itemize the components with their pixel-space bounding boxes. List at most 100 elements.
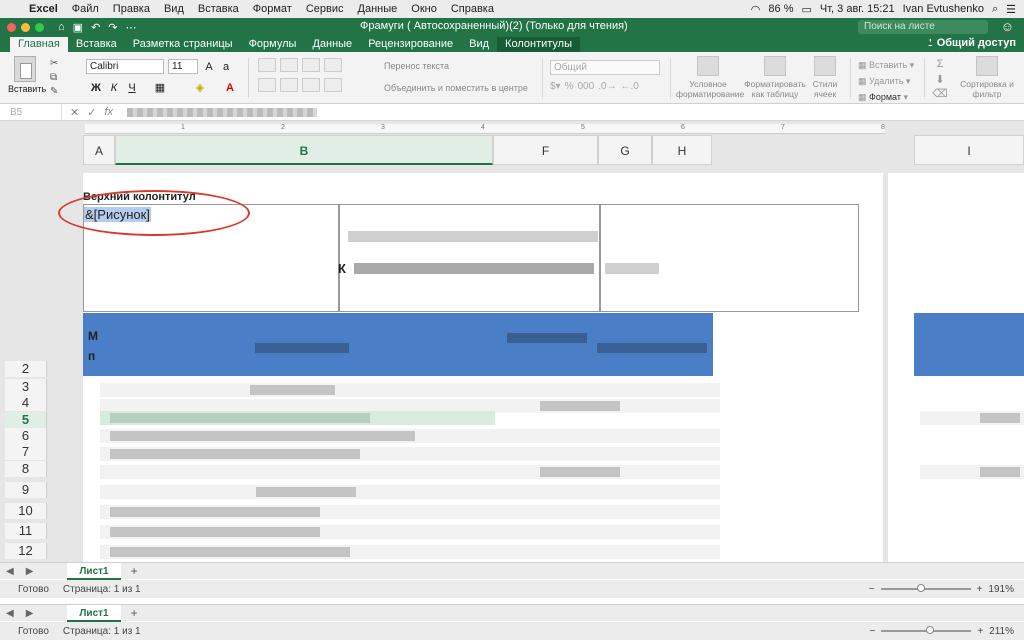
save-icon[interactable]: ▣: [73, 21, 83, 34]
menu-help[interactable]: Справка: [444, 3, 501, 15]
zoom-slider[interactable]: [880, 584, 971, 592]
menu-edit[interactable]: Правка: [106, 3, 157, 15]
add-sheet-icon[interactable]: +: [121, 606, 138, 620]
cancel-icon[interactable]: ✕: [70, 106, 79, 119]
redo-icon[interactable]: ↷: [108, 21, 117, 34]
add-sheet-icon[interactable]: +: [121, 564, 138, 578]
menu-file[interactable]: Файл: [65, 3, 106, 15]
column-header-b[interactable]: B: [115, 135, 493, 165]
row-header[interactable]: 6: [5, 428, 47, 444]
home-icon[interactable]: ⌂: [58, 21, 65, 34]
function-icon[interactable]: fx: [104, 106, 113, 119]
zoom-slider[interactable]: [881, 626, 972, 634]
insert-cells-button[interactable]: ▦ Вставить ▾: [858, 57, 914, 73]
tab-data[interactable]: Данные: [304, 37, 360, 52]
increase-font-icon[interactable]: A: [201, 59, 217, 75]
sheet-search-input[interactable]: Поиск на листе: [858, 20, 988, 34]
zoom-out-icon[interactable]: −: [869, 626, 875, 637]
notification-center-icon[interactable]: ☰: [1006, 3, 1016, 16]
zoom-window-button[interactable]: [35, 22, 44, 32]
sort-filter-button[interactable]: Сортировка и фильтр: [954, 56, 1020, 99]
merge-center-button[interactable]: Объединить и поместить в центре: [384, 83, 528, 93]
align-center-icon[interactable]: [280, 78, 298, 92]
comma-icon[interactable]: 000: [578, 81, 595, 92]
copy-icon[interactable]: ⧉: [50, 72, 57, 83]
align-right-icon[interactable]: [302, 78, 320, 92]
font-color-icon[interactable]: A: [222, 80, 238, 96]
more-icon[interactable]: ⋯: [126, 21, 137, 34]
cell-styles-button[interactable]: Стили ячеек: [808, 56, 842, 99]
menu-app-name[interactable]: Excel: [22, 3, 65, 15]
menu-window[interactable]: Окно: [404, 3, 444, 15]
formula-content-blurred[interactable]: [127, 107, 317, 117]
column-header-h[interactable]: H: [652, 135, 712, 165]
tab-formulas[interactable]: Формулы: [241, 37, 305, 52]
zoom-value[interactable]: 211%: [989, 626, 1014, 637]
table-row-selected[interactable]: [100, 411, 495, 425]
font-name-select[interactable]: Calibri: [86, 59, 164, 74]
align-middle-icon[interactable]: [280, 58, 298, 72]
table-row-page2[interactable]: [920, 465, 1024, 479]
table-row[interactable]: [100, 383, 720, 397]
close-window-button[interactable]: [7, 22, 16, 32]
delete-cells-button[interactable]: ▦ Удалить ▾: [858, 73, 914, 89]
battery-icon[interactable]: ▭: [801, 3, 811, 16]
tab-view[interactable]: Вид: [461, 37, 497, 52]
user-name[interactable]: Ivan Evtushenko: [903, 3, 984, 15]
indent-icon[interactable]: [324, 78, 342, 92]
row-header[interactable]: 12: [5, 543, 47, 559]
undo-icon[interactable]: ↶: [91, 21, 100, 34]
percent-icon[interactable]: %: [565, 81, 574, 92]
table-row[interactable]: [100, 505, 720, 519]
fill-color-icon[interactable]: ◈: [192, 80, 208, 96]
format-as-table-button[interactable]: Форматировать как таблицу: [744, 56, 806, 99]
menu-data[interactable]: Данные: [351, 3, 405, 15]
row-header[interactable]: 2: [5, 361, 47, 377]
row-header[interactable]: 7: [5, 444, 47, 460]
tab-header-footer[interactable]: Колонтитулы: [497, 37, 580, 52]
feedback-smiley-icon[interactable]: ☺: [1001, 19, 1014, 34]
zoom-out-icon[interactable]: −: [869, 584, 875, 595]
sheet-tab-active[interactable]: Лист1: [67, 604, 121, 622]
align-bottom-icon[interactable]: [302, 58, 320, 72]
tab-home[interactable]: Главная: [10, 37, 68, 52]
prev-sheet-icon[interactable]: ◀: [0, 566, 20, 577]
conditional-formatting-button[interactable]: Условное форматирование: [676, 56, 744, 99]
format-cells-button[interactable]: ▦ Формат ▾: [858, 89, 914, 105]
decrease-decimal-icon[interactable]: ←.0: [621, 81, 639, 92]
menu-format[interactable]: Формат: [246, 3, 299, 15]
menu-tools[interactable]: Сервис: [299, 3, 351, 15]
name-box[interactable]: B5: [0, 103, 62, 121]
wrap-text-button[interactable]: Перенос текста: [384, 61, 449, 71]
table-row[interactable]: [100, 465, 720, 479]
cut-icon[interactable]: ✂: [50, 58, 58, 69]
zoom-value[interactable]: 191%: [988, 584, 1014, 595]
number-format-select[interactable]: Общий: [550, 60, 660, 75]
align-left-icon[interactable]: [258, 78, 276, 92]
bold-button[interactable]: Ж: [88, 80, 104, 96]
row-header[interactable]: 10: [5, 503, 47, 519]
orientation-icon[interactable]: [324, 58, 342, 72]
table-row[interactable]: [100, 525, 720, 539]
table-row[interactable]: [100, 447, 720, 461]
clock[interactable]: Чт, 3 авг. 15:21: [820, 3, 895, 15]
row-header-selected[interactable]: 5: [5, 412, 47, 428]
battery-percent[interactable]: 86 %: [768, 3, 793, 15]
decrease-font-icon[interactable]: a: [218, 59, 234, 75]
autosum-icon[interactable]: Σ: [932, 56, 948, 72]
next-sheet-icon[interactable]: ▶: [20, 566, 40, 577]
table-row[interactable]: [100, 485, 720, 499]
tab-review[interactable]: Рецензирование: [360, 37, 461, 52]
wifi-icon[interactable]: ◠: [751, 3, 761, 16]
underline-button[interactable]: Ч: [124, 80, 140, 96]
font-size-select[interactable]: 11: [168, 59, 198, 74]
menu-insert[interactable]: Вставка: [191, 3, 246, 15]
prev-sheet-icon[interactable]: ◀: [0, 608, 20, 619]
zoom-in-icon[interactable]: +: [977, 626, 983, 637]
row-header[interactable]: 3: [5, 379, 47, 395]
table-row-page2[interactable]: [920, 411, 1024, 425]
borders-icon[interactable]: ▦: [152, 80, 168, 96]
row-header[interactable]: 4: [5, 395, 47, 411]
zoom-in-icon[interactable]: +: [977, 584, 983, 595]
row-header[interactable]: 9: [5, 482, 47, 498]
